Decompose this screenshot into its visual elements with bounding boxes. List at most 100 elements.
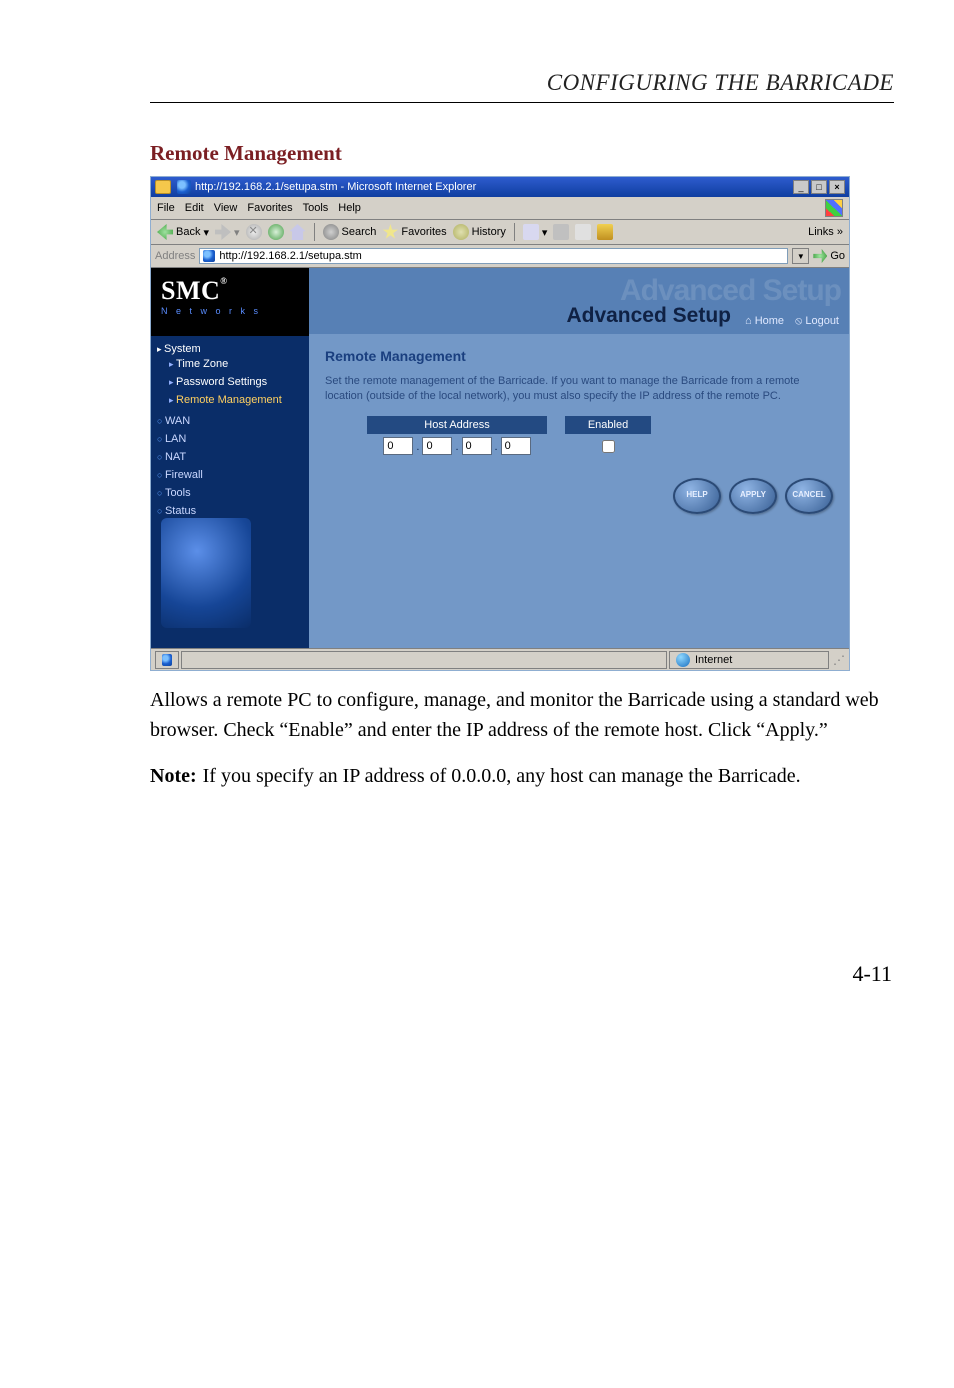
links-button[interactable]: Links »	[808, 226, 843, 238]
banner-ghost-text: Advanced Setup	[620, 274, 841, 308]
banner-title: Advanced Setup	[566, 304, 731, 328]
mail-button[interactable]: ▾	[523, 224, 548, 240]
apply-button[interactable]: APPLY	[729, 478, 777, 514]
sidebar-item-remote-management[interactable]: Remote Management	[169, 391, 309, 409]
menubar: File Edit View Favorites Tools Help	[151, 197, 849, 220]
menu-edit[interactable]: Edit	[185, 202, 204, 214]
sidebar-item-wan[interactable]: WAN	[157, 412, 309, 430]
sidebar: SMC® N e t w o r k s System Time Zone Pa…	[151, 268, 309, 648]
menu-view[interactable]: View	[214, 202, 238, 214]
menu-favorites[interactable]: Favorites	[247, 202, 292, 214]
sidebar-item-time-zone[interactable]: Time Zone	[169, 355, 309, 373]
back-arrow-icon	[157, 224, 173, 240]
panel-heading: Remote Management	[325, 348, 833, 364]
address-input[interactable]: http://192.168.2.1/setupa.stm	[219, 250, 784, 262]
menu-help[interactable]: Help	[338, 202, 361, 214]
search-icon	[323, 224, 339, 240]
banner-logout-link[interactable]: Logout	[795, 315, 839, 327]
sidebar-item-system[interactable]: System Time Zone Password Settings Remot…	[157, 340, 309, 412]
ip-octet-4[interactable]	[501, 437, 531, 455]
sidebar-item-tools[interactable]: Tools	[157, 484, 309, 502]
favorites-button[interactable]: Favorites	[382, 224, 446, 240]
home-icon	[290, 224, 306, 240]
address-dropdown-button[interactable]: ▼	[792, 248, 809, 264]
home-button[interactable]	[290, 224, 306, 240]
router-page: SMC® N e t w o r k s System Time Zone Pa…	[151, 268, 849, 648]
note-block: Note: If you specify an IP address of 0.…	[150, 761, 894, 791]
table-row: . . .	[367, 437, 833, 456]
status-text-cell	[181, 651, 667, 669]
status-bar: Internet ⋰	[151, 648, 849, 670]
toolbar-divider	[314, 223, 315, 241]
window-maximize-button[interactable]: □	[811, 180, 827, 194]
window-title: http://192.168.2.1/setupa.stm - Microsof…	[195, 181, 476, 193]
ip-octet-2[interactable]	[422, 437, 452, 455]
banner-home-link[interactable]: Home	[745, 315, 784, 327]
refresh-icon	[268, 224, 284, 240]
sidebar-item-password-settings[interactable]: Password Settings	[169, 373, 309, 391]
resize-grip-icon[interactable]: ⋰	[829, 653, 845, 667]
go-arrow-icon	[813, 249, 827, 263]
sidebar-item-nat[interactable]: NAT	[157, 448, 309, 466]
page-number: 4-11	[150, 961, 894, 987]
browser-window: http://192.168.2.1/setupa.stm - Microsof…	[150, 176, 850, 671]
back-button[interactable]: Back ▾	[157, 224, 209, 240]
address-input-wrap: http://192.168.2.1/setupa.stm	[199, 248, 788, 264]
mail-icon	[523, 224, 539, 240]
table-header: Host Address Enabled	[367, 416, 833, 434]
col-enabled: Enabled	[565, 416, 651, 434]
section-title: Remote Management	[150, 141, 894, 166]
search-button[interactable]: Search	[323, 224, 377, 240]
col-host-address: Host Address	[367, 416, 547, 434]
globe-icon	[676, 653, 690, 667]
status-zone-cell: Internet	[669, 651, 829, 669]
cancel-button[interactable]: CANCEL	[785, 478, 833, 514]
ip-octet-1[interactable]	[383, 437, 413, 455]
note-label: Note:	[150, 761, 197, 791]
window-titlebar: http://192.168.2.1/setupa.stm - Microsof…	[151, 177, 849, 197]
go-button[interactable]: Go	[813, 249, 845, 263]
page-ie-icon	[203, 250, 215, 262]
ip-octet-3[interactable]	[462, 437, 492, 455]
banner: Advanced Setup Advanced Setup Home Logou…	[309, 268, 849, 334]
toolbar-divider-2	[514, 223, 515, 241]
host-address-inputs: . . .	[367, 437, 547, 455]
discuss-button[interactable]	[597, 224, 613, 240]
sidebar-item-firewall[interactable]: Firewall	[157, 466, 309, 484]
status-ie-icon-cell	[155, 651, 179, 669]
panel-description: Set the remote management of the Barrica…	[325, 374, 805, 404]
flag-badge-icon	[155, 180, 171, 194]
help-button[interactable]: HELP	[673, 478, 721, 514]
edit-button[interactable]	[575, 224, 591, 240]
status-zone-label: Internet	[695, 654, 732, 666]
print-icon	[553, 224, 569, 240]
window-close-button[interactable]: ×	[829, 180, 845, 194]
menu-file[interactable]: File	[157, 202, 175, 214]
address-label: Address	[155, 250, 195, 262]
print-button[interactable]	[553, 224, 569, 240]
stop-icon	[246, 224, 262, 240]
refresh-button[interactable]	[268, 224, 284, 240]
ie-icon	[177, 180, 191, 194]
menu-tools[interactable]: Tools	[303, 202, 329, 214]
window-minimize-button[interactable]: _	[793, 180, 809, 194]
enabled-checkbox[interactable]	[602, 440, 615, 453]
button-row: HELP APPLY CANCEL	[325, 478, 833, 514]
sidebar-illustration	[161, 518, 251, 628]
forward-button[interactable]: ▾	[215, 224, 240, 240]
toolbar: Back ▾ ▾ Search Favorites History ▾ Link…	[151, 220, 849, 245]
brand-logo: SMC® N e t w o r k s	[151, 268, 309, 336]
history-icon	[453, 224, 469, 240]
discuss-icon	[597, 224, 613, 240]
history-button[interactable]: History	[453, 224, 506, 240]
page-running-header: CONFIGURING THE BARRICADE	[150, 70, 894, 96]
content-area: Advanced Setup Advanced Setup Home Logou…	[309, 268, 849, 648]
favorites-star-icon	[382, 224, 398, 240]
body-paragraph: Allows a remote PC to configure, manage,…	[150, 685, 894, 745]
address-bar: Address http://192.168.2.1/setupa.stm ▼ …	[151, 245, 849, 268]
stop-button[interactable]	[246, 224, 262, 240]
edit-icon	[575, 224, 591, 240]
ie-status-icon	[162, 654, 172, 666]
note-body: If you specify an IP address of 0.0.0.0,…	[203, 761, 894, 791]
sidebar-item-lan[interactable]: LAN	[157, 430, 309, 448]
